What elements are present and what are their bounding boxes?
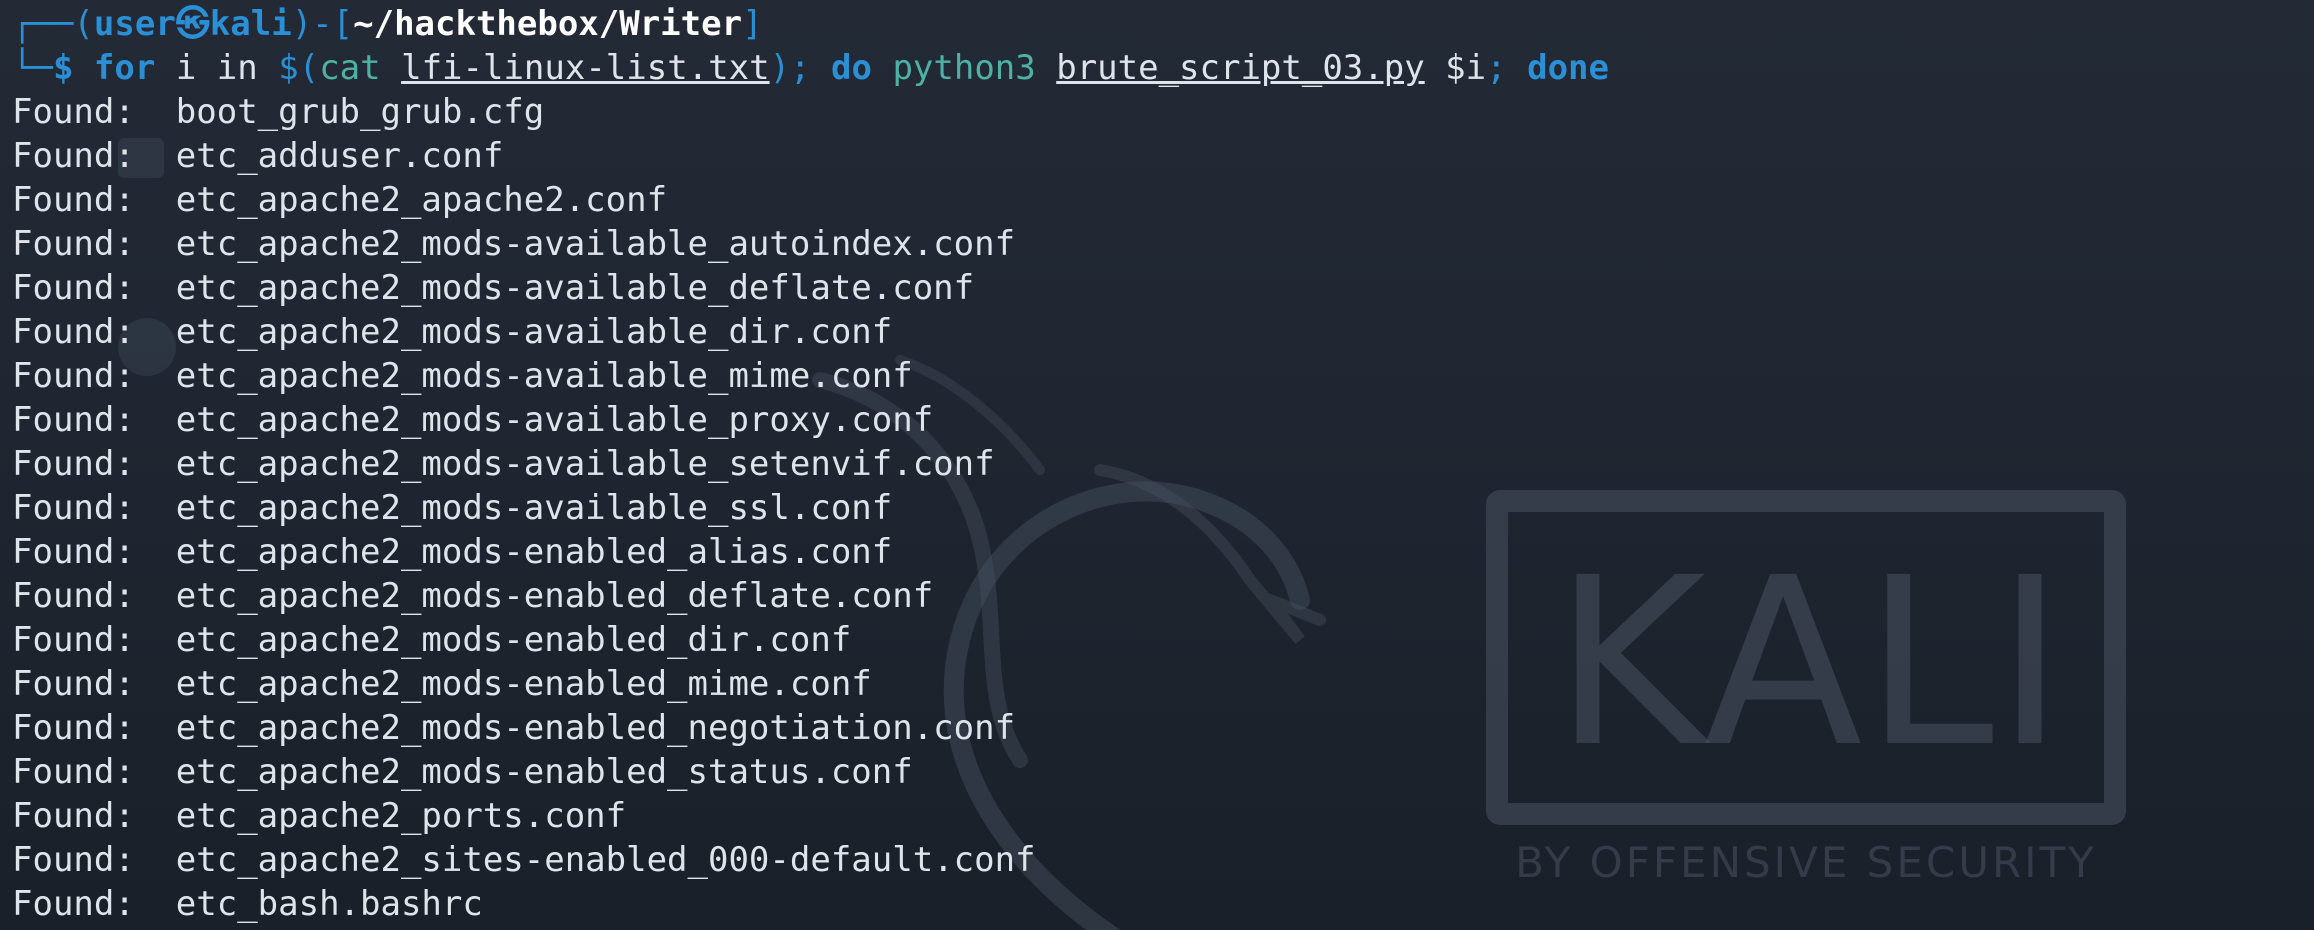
output-line: Found: etc_apache2_mods-available_dir.co… — [12, 310, 2314, 354]
command-in-keyword: in — [216, 48, 258, 88]
found-label: Found: — [12, 576, 135, 616]
prompt-user: user — [93, 4, 176, 44]
terminal-output[interactable]: ┌──(user㉿kali)-[~/hackthebox/Writer] └─$… — [12, 2, 2314, 926]
found-file: etc_apache2_mods-available_autoindex.con… — [175, 224, 1016, 264]
terminal-window[interactable]: KALI BY OFFENSIVE SECURITY ┌──(user㉿kali… — [0, 0, 2314, 930]
found-label: Found: — [12, 840, 135, 880]
prompt-open-bracket: [ — [332, 4, 354, 44]
prompt-dash: - — [312, 4, 333, 44]
found-file: etc_apache2_mods-enabled_mime.conf — [175, 664, 872, 704]
found-label: Found: — [12, 312, 135, 352]
output-line: Found: etc_apache2_mods-available_setenv… — [12, 442, 2314, 486]
found-label: Found: — [12, 400, 135, 440]
found-file: etc_apache2_mods-enabled_dir.conf — [175, 620, 852, 660]
output-line: Found: boot_grub_grub.cfg — [12, 90, 2314, 134]
found-label: Found: — [12, 884, 135, 924]
found-file: etc_apache2_mods-available_mime.conf — [175, 356, 913, 396]
output-line: Found: etc_apache2_mods-enabled_mime.con… — [12, 662, 2314, 706]
found-file: etc_bash.bashrc — [175, 884, 483, 924]
output-line: Found: etc_apache2_mods-enabled_alias.co… — [12, 530, 2314, 574]
found-label: Found: — [12, 136, 135, 176]
command-semicolon: ; — [1486, 48, 1507, 88]
prompt-line: ┌──(user㉿kali)-[~/hackthebox/Writer] — [12, 2, 2314, 46]
found-file: etc_apache2_apache2.conf — [175, 180, 668, 220]
output-line: Found: etc_adduser.conf — [12, 134, 2314, 178]
found-file: etc_apache2_ports.conf — [175, 796, 627, 836]
found-file: etc_apache2_mods-enabled_negotiation.con… — [175, 708, 1016, 748]
found-label: Found: — [12, 180, 135, 220]
found-label: Found: — [12, 92, 135, 132]
command-wordlist-file: lfi-linux-list.txt — [401, 48, 770, 88]
found-file: etc_apache2_mods-enabled_deflate.conf — [175, 576, 934, 616]
prompt-symbol: $ — [52, 48, 74, 88]
output-line: Found: etc_apache2_apache2.conf — [12, 178, 2314, 222]
output-line: Found: etc_apache2_ports.conf — [12, 794, 2314, 838]
output-line: Found: etc_apache2_mods-available_ssl.co… — [12, 486, 2314, 530]
command-for-keyword: for — [93, 48, 156, 88]
found-label: Found: — [12, 444, 135, 484]
prompt-corner-bottom: └─ — [12, 48, 53, 88]
found-file: etc_apache2_mods-available_deflate.conf — [175, 268, 975, 308]
found-file: etc_apache2_mods-available_dir.conf — [175, 312, 893, 352]
prompt-close-paren: ) — [291, 4, 313, 44]
command-subshell-open: $( — [278, 48, 320, 88]
output-line: Found: etc_apache2_mods-available_autoin… — [12, 222, 2314, 266]
output-line: Found: etc_apache2_sites-enabled_000-def… — [12, 838, 2314, 882]
found-label: Found: — [12, 356, 135, 396]
prompt-corner-top: ┌── — [12, 4, 74, 44]
command-cat: cat — [319, 48, 381, 88]
command-subshell-close: ); — [769, 48, 811, 88]
found-file: etc_apache2_mods-available_setenvif.conf — [175, 444, 995, 484]
found-file: etc_adduser.conf — [175, 136, 504, 176]
found-file: etc_apache2_mods-enabled_alias.conf — [175, 532, 893, 572]
output-line: Found: etc_apache2_mods-enabled_negotiat… — [12, 706, 2314, 750]
prompt-close-bracket: ] — [742, 4, 763, 44]
output-line: Found: etc_apache2_mods-enabled_status.c… — [12, 750, 2314, 794]
prompt-cwd: ~/hackthebox/Writer — [353, 4, 743, 44]
found-file: etc_apache2_sites-enabled_000-default.co… — [175, 840, 1036, 880]
output-line: Found: etc_apache2_mods-available_proxy.… — [12, 398, 2314, 442]
command-do-keyword: do — [831, 48, 872, 88]
output-line: Found: etc_apache2_mods-enabled_dir.conf — [12, 618, 2314, 662]
found-label: Found: — [12, 752, 135, 792]
command-line[interactable]: └─$ for i in $(cat lfi-linux-list.txt); … — [12, 46, 2314, 90]
prompt-host: kali — [209, 4, 292, 44]
found-label: Found: — [12, 620, 135, 660]
prompt-open-paren: ( — [73, 4, 94, 44]
command-interpreter: python3 — [892, 48, 1036, 88]
output-line: Found: etc_apache2_mods-enabled_deflate.… — [12, 574, 2314, 618]
command-script-file: brute_script_03.py — [1056, 48, 1425, 88]
found-label: Found: — [12, 708, 135, 748]
found-label: Found: — [12, 664, 135, 704]
output-line: Found: etc_bash.bashrc — [12, 882, 2314, 926]
command-done-keyword: done — [1527, 48, 1609, 88]
found-file: etc_apache2_mods-enabled_status.conf — [175, 752, 913, 792]
command-arg: $i — [1445, 48, 1487, 88]
found-label: Found: — [12, 488, 135, 528]
prompt-at-icon: ㉿ — [175, 4, 210, 44]
found-file: etc_apache2_mods-available_ssl.conf — [175, 488, 893, 528]
output-line: Found: etc_apache2_mods-available_deflat… — [12, 266, 2314, 310]
found-file: boot_grub_grub.cfg — [175, 92, 545, 132]
found-label: Found: — [12, 224, 135, 264]
command-loop-var: i — [175, 48, 197, 88]
found-file: etc_apache2_mods-available_proxy.conf — [175, 400, 934, 440]
found-label: Found: — [12, 796, 135, 836]
output-line: Found: etc_apache2_mods-available_mime.c… — [12, 354, 2314, 398]
found-label: Found: — [12, 268, 135, 308]
found-label: Found: — [12, 532, 135, 572]
